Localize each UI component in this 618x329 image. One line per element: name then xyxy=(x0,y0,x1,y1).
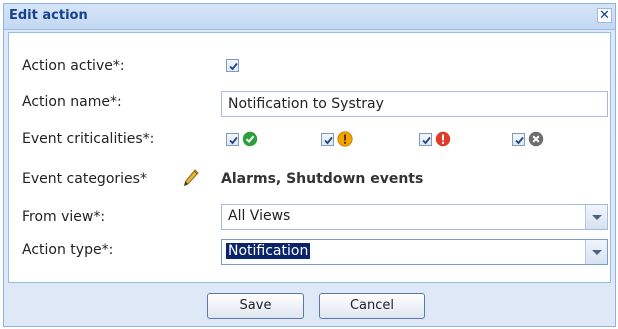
action-type-value: Notification xyxy=(226,243,311,259)
event-criticalities-label: Event criticalities*: xyxy=(22,131,155,147)
from-view-select[interactable]: All Views xyxy=(221,204,608,230)
criticality-checkbox-ok[interactable] xyxy=(226,133,239,146)
save-button[interactable]: Save xyxy=(207,293,304,319)
event-categories-label: Event categories* xyxy=(22,171,147,187)
chevron-down-icon[interactable] xyxy=(585,205,607,229)
form-body: Action active*: Action name*: Notificati… xyxy=(8,32,611,283)
criticality-checkbox-warning[interactable] xyxy=(321,133,334,146)
criticality-checkbox-unknown[interactable] xyxy=(512,133,525,146)
from-view-value: All Views xyxy=(228,208,291,224)
edit-action-dialog: Edit action ✕ Action active*: Action nam… xyxy=(3,3,616,327)
action-name-input[interactable]: Notification to Systray xyxy=(221,91,608,117)
dialog-title: Edit action xyxy=(9,8,88,23)
x-circle-icon xyxy=(528,131,544,147)
error-circle-icon xyxy=(435,131,451,147)
action-type-select[interactable]: Notification xyxy=(221,239,608,265)
close-icon[interactable]: ✕ xyxy=(597,8,612,23)
criticality-checkbox-error[interactable] xyxy=(419,133,432,146)
action-type-label: Action type*: xyxy=(22,242,114,258)
action-name-label: Action name*: xyxy=(22,94,122,110)
dialog-titlebar: Edit action ✕ xyxy=(4,4,615,30)
check-circle-icon xyxy=(242,131,258,147)
action-active-checkbox[interactable] xyxy=(226,59,239,72)
chevron-down-icon[interactable] xyxy=(585,240,607,264)
from-view-label: From view*: xyxy=(22,209,106,225)
cancel-button[interactable]: Cancel xyxy=(319,293,425,319)
action-active-label: Action active*: xyxy=(22,58,125,74)
pencil-icon[interactable] xyxy=(182,168,200,188)
warning-circle-icon xyxy=(337,131,353,147)
event-categories-value: Alarms, Shutdown events xyxy=(221,171,424,187)
